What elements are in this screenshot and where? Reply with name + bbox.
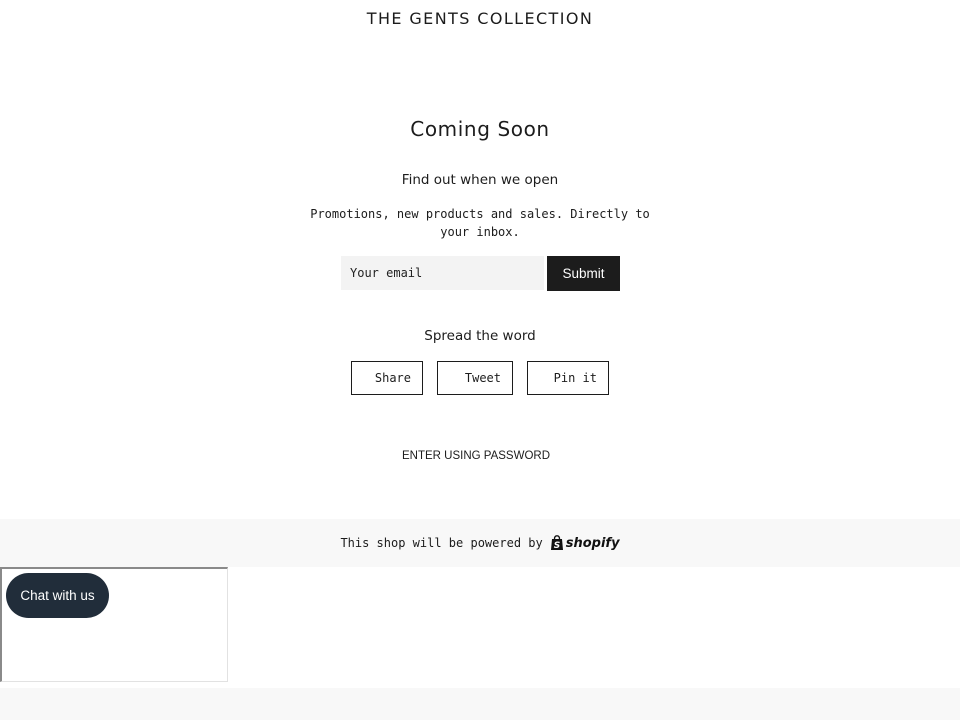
twitter-tweet-button[interactable]: Tweet bbox=[437, 361, 513, 395]
newsletter-heading: Find out when we open bbox=[401, 172, 559, 188]
pinterest-pin-button[interactable]: Pin it bbox=[527, 361, 609, 395]
chat-with-us-button[interactable]: Chat with us bbox=[6, 573, 109, 618]
footer: This shop will be powered by S shopify bbox=[0, 519, 960, 567]
enter-password-link[interactable]: ENTER USING PASSWORD bbox=[0, 450, 952, 462]
shop-title: THE GENTS COLLECTION bbox=[366, 9, 594, 28]
coming-soon-heading: Coming Soon bbox=[410, 117, 550, 141]
svg-text:S: S bbox=[553, 541, 559, 551]
shopify-wordmark: shopify bbox=[565, 535, 620, 551]
chat-widget-frame: Chat with us bbox=[0, 567, 228, 682]
facebook-share-button[interactable]: Share bbox=[351, 361, 423, 395]
shopify-bag-icon: S bbox=[550, 535, 563, 551]
submit-button[interactable]: Submit bbox=[547, 256, 620, 291]
password-page: THE GENTS COLLECTION Coming Soon Find ou… bbox=[0, 0, 960, 519]
shopify-logo-link[interactable]: S shopify bbox=[550, 535, 620, 551]
newsletter-description: Promotions, new products and sales. Dire… bbox=[310, 207, 650, 239]
share-heading: Spread the word bbox=[424, 328, 536, 344]
email-input[interactable] bbox=[341, 256, 544, 290]
powered-by-text: This shop will be powered by bbox=[340, 536, 543, 550]
